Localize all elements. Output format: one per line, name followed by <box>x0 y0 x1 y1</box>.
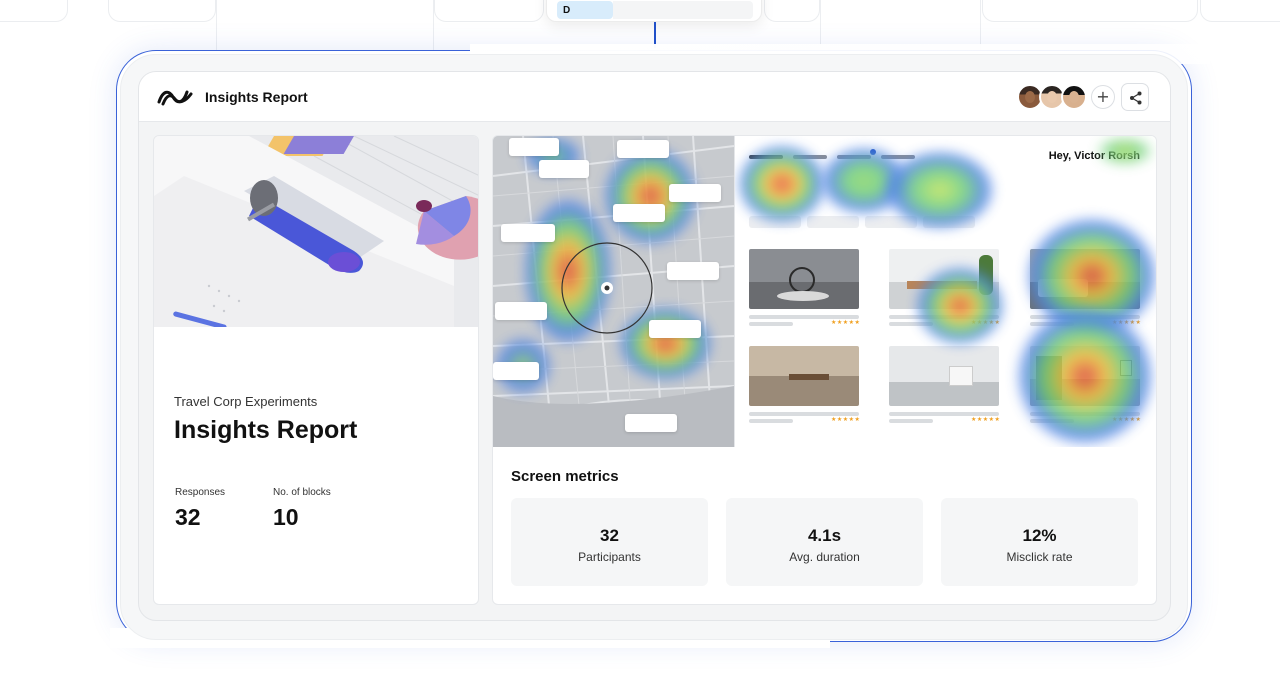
background-dropdown: D <box>546 0 762 22</box>
rating-stars: ★★★★★ <box>971 416 1001 423</box>
responses-label: Responses <box>175 487 226 498</box>
metric-card-duration: 4.1s Avg. duration <box>726 498 923 586</box>
top-bar: Insights Report + <box>139 72 1170 122</box>
metric-value: 32 <box>600 526 619 545</box>
map-marker[interactable] <box>495 302 547 320</box>
background-divider <box>433 0 434 50</box>
app-title: Insights Report <box>205 89 308 105</box>
screen-card[interactable]: Hey, Victor Rorsh ★★★★★ ★★★★★ ★★★★★ Scre… <box>492 135 1157 605</box>
background-card <box>764 0 820 22</box>
background-card <box>1200 0 1280 22</box>
map-marker[interactable] <box>625 414 677 432</box>
share-icon <box>1130 91 1142 105</box>
background-card <box>0 0 68 22</box>
listing-image[interactable] <box>889 346 999 406</box>
rating-stars: ★★★★★ <box>831 416 861 423</box>
report-subtitle: Travel Corp Experiments <box>174 394 318 409</box>
listing-subtitle <box>889 419 933 423</box>
heatmap-blob <box>1095 136 1155 166</box>
filter-chip[interactable] <box>807 216 859 228</box>
blocks-value: 10 <box>273 504 299 530</box>
map-marker[interactable] <box>493 362 539 380</box>
metric-value: 4.1s <box>807 526 842 545</box>
background-card <box>108 0 216 22</box>
heatmap-blob <box>885 150 995 230</box>
listing-image[interactable] <box>749 346 859 406</box>
metric-card-participants: 32 Participants <box>511 498 708 586</box>
collaborator-avatars: + <box>1017 84 1115 110</box>
background-card <box>434 0 544 22</box>
blocks-label: No. of blocks <box>273 487 331 498</box>
avatar[interactable] <box>1061 84 1087 110</box>
heatmap-blob <box>915 266 1005 346</box>
map-heatmap[interactable] <box>493 136 734 447</box>
dropdown-option: D <box>557 1 613 19</box>
map-marker[interactable] <box>669 184 721 202</box>
map-marker[interactable] <box>539 160 589 178</box>
background-card <box>982 0 1198 22</box>
background-divider <box>216 0 217 50</box>
listing-subtitle <box>749 419 793 423</box>
background-divider <box>820 0 821 50</box>
map-overlay <box>561 242 653 334</box>
map-marker[interactable] <box>617 140 669 158</box>
listing-subtitle <box>749 322 793 326</box>
report-card[interactable]: Travel Corp Experiments Insights Report … <box>153 135 479 605</box>
metric-label: Avg. duration <box>789 550 860 564</box>
metric-value: 12% <box>1022 526 1057 545</box>
dropdown-option-fill <box>613 1 753 19</box>
logo-icon[interactable] <box>157 86 193 108</box>
heatmap-blob <box>737 144 827 224</box>
map-marker[interactable] <box>667 262 719 280</box>
plus-icon[interactable]: + <box>1091 85 1115 109</box>
map-marker[interactable] <box>509 138 559 156</box>
map-marker[interactable] <box>649 320 701 338</box>
listing-image[interactable] <box>749 249 859 309</box>
heatmap-blob <box>1015 306 1155 447</box>
metric-label: Participants <box>578 550 641 564</box>
responses-value: 32 <box>175 504 201 530</box>
report-cover-image <box>154 136 478 327</box>
share-button[interactable] <box>1121 83 1149 111</box>
rating-stars: ★★★★★ <box>831 319 861 326</box>
metrics-title: Screen metrics <box>511 468 619 485</box>
map-marker[interactable] <box>501 224 555 242</box>
metric-card-misclick: 12% Misclick rate <box>941 498 1138 586</box>
background-divider <box>980 0 981 50</box>
map-marker[interactable] <box>613 204 665 222</box>
page-heatmap[interactable]: Hey, Victor Rorsh ★★★★★ ★★★★★ ★★★★★ <box>734 136 1156 447</box>
app-window: Insights Report + Travel Corp Experiment… <box>138 71 1171 621</box>
report-title: Insights Report <box>174 416 358 444</box>
metric-label: Misclick rate <box>1006 550 1073 564</box>
